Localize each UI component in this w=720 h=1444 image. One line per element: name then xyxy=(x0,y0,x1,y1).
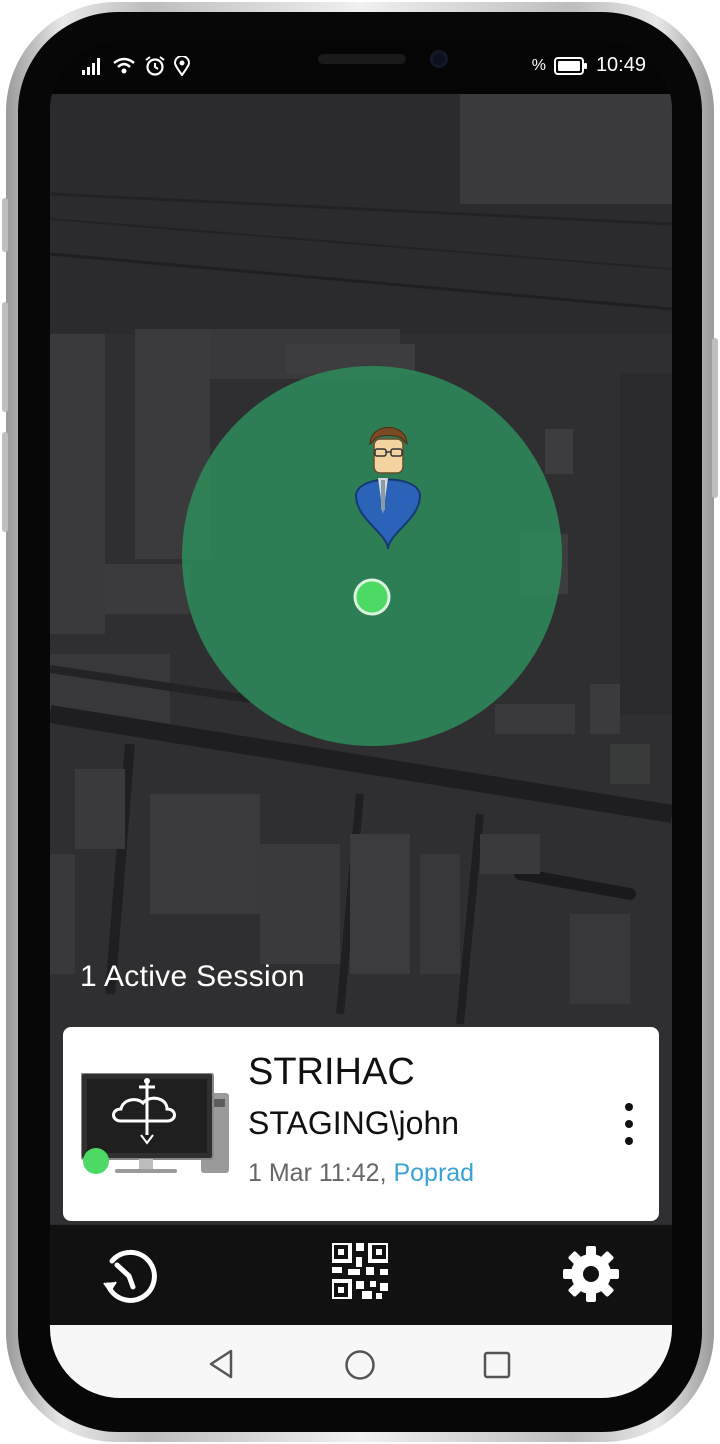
clock-time: 10:49 xyxy=(595,54,646,76)
map-building xyxy=(620,374,672,714)
system-navigation-bar xyxy=(50,1325,672,1398)
map-building xyxy=(75,769,125,849)
status-icons-right: % 10:49 xyxy=(532,54,646,77)
side-button xyxy=(2,432,8,532)
session-meta: 1 Mar 11:42, Poprad xyxy=(248,1159,474,1188)
qr-code-icon[interactable] xyxy=(332,1243,388,1299)
session-time: 1 Mar 11:42 xyxy=(248,1159,380,1187)
front-camera xyxy=(430,50,448,68)
battery-icon xyxy=(553,56,587,75)
side-button-right xyxy=(712,338,718,498)
map-building xyxy=(480,834,540,874)
status-bar: % 10:49 xyxy=(50,40,672,94)
session-status-indicator xyxy=(83,1148,109,1174)
session-location-link[interactable]: Poprad xyxy=(393,1159,474,1187)
recents-icon[interactable] xyxy=(483,1351,511,1379)
location-icon xyxy=(174,56,190,76)
settings-icon[interactable] xyxy=(562,1245,620,1303)
history-icon[interactable] xyxy=(100,1247,158,1305)
alarm-icon xyxy=(145,56,165,76)
app-screen: % 10:49 1 Active Session STRIHAC STAGING… xyxy=(50,40,672,1398)
back-icon[interactable] xyxy=(207,1349,235,1379)
session-computer-name: STRIHAC xyxy=(248,1051,415,1093)
map-building xyxy=(350,834,410,974)
status-icons-left xyxy=(82,56,190,76)
map-building xyxy=(590,684,620,734)
map-building xyxy=(495,704,575,734)
power-button xyxy=(2,302,8,412)
map-building xyxy=(150,794,260,914)
session-user: STAGING\john xyxy=(248,1105,460,1141)
battery-percent-symbol: % xyxy=(531,56,546,74)
bottom-navigation xyxy=(50,1225,672,1325)
map-building xyxy=(545,429,573,474)
more-options-icon[interactable] xyxy=(619,1103,639,1147)
location-dot xyxy=(353,578,391,616)
location-accuracy-circle xyxy=(182,366,562,746)
map-building xyxy=(50,854,75,974)
map-building xyxy=(420,854,460,974)
session-separator: , xyxy=(379,1159,394,1187)
volume-button xyxy=(2,198,8,252)
session-card[interactable]: STRIHAC STAGING\john 1 Mar 11:42, Poprad xyxy=(63,1027,659,1221)
wifi-icon xyxy=(113,57,135,74)
map-building xyxy=(570,914,630,1004)
map-building xyxy=(460,94,672,204)
earpiece-speaker xyxy=(318,54,406,64)
active-sessions-title: 1 Active Session xyxy=(80,960,305,993)
map-building xyxy=(50,334,105,634)
home-icon[interactable] xyxy=(344,1349,376,1381)
map-building xyxy=(610,744,650,784)
map-building xyxy=(105,564,190,614)
signal-icon xyxy=(82,58,100,75)
map-building xyxy=(260,844,340,964)
